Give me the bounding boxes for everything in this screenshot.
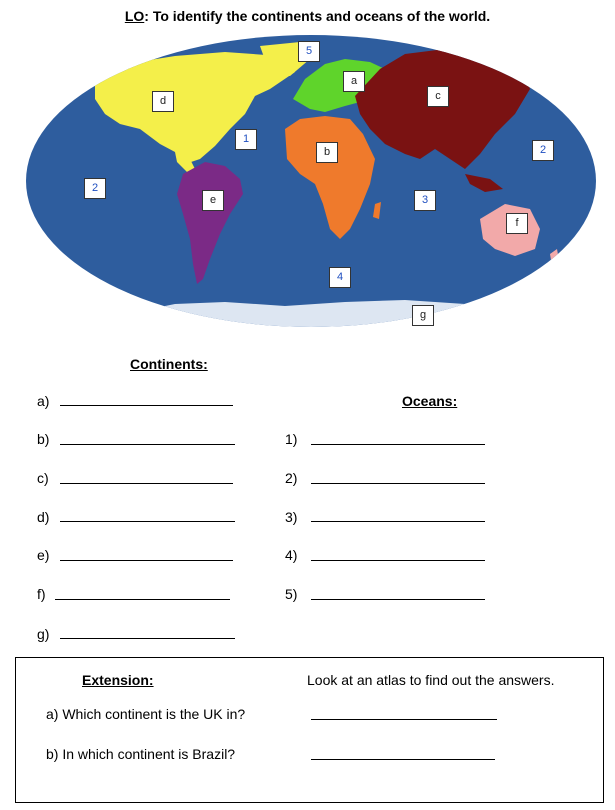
ocean-row-label-4: 4) <box>285 547 298 563</box>
oceans-heading: Oceans: <box>402 393 458 409</box>
continent-label-f: f <box>506 213 528 234</box>
extension-heading: Extension: <box>82 672 154 688</box>
ocean-label-1: 1 <box>235 129 257 150</box>
ocean-answer-line-5[interactable] <box>311 599 485 600</box>
continents-heading: Continents: <box>130 356 208 372</box>
continent-row-label-e: e) <box>37 547 50 563</box>
continent-label-c: c <box>427 86 449 107</box>
ocean-row-label-2: 2) <box>285 470 298 486</box>
antarctica-shape <box>125 300 565 327</box>
extension-instruction: Look at an atlas to find out the answers… <box>307 672 555 688</box>
continent-answer-line-g[interactable] <box>60 638 235 639</box>
ocean-row-label-3: 3) <box>285 509 298 525</box>
ocean-label-4: 4 <box>329 267 351 288</box>
continent-row-label-c: c) <box>37 470 49 486</box>
continent-label-g: g <box>412 305 434 326</box>
lo-text: : To identify the continents and oceans … <box>144 8 491 24</box>
continent-row-label-b: b) <box>37 431 50 447</box>
page-title: LO: To identify the continents and ocean… <box>0 8 615 24</box>
continent-label-d: d <box>152 91 174 112</box>
continent-answer-line-f[interactable] <box>55 599 230 600</box>
continent-label-a: a <box>343 71 365 92</box>
extension-question-1: a) Which continent is the UK in? <box>46 706 246 722</box>
continent-answer-line-a[interactable] <box>60 405 233 406</box>
ocean-label-5: 5 <box>298 41 320 62</box>
ocean-answer-line-3[interactable] <box>311 521 485 522</box>
ocean-answer-line-1[interactable] <box>311 444 485 445</box>
continent-row-label-g: g) <box>37 626 50 642</box>
continent-answer-line-c[interactable] <box>60 483 233 484</box>
continent-row-label-d: d) <box>37 509 50 525</box>
continent-answer-line-b[interactable] <box>60 444 235 445</box>
continent-answer-line-d[interactable] <box>60 521 235 522</box>
extension-answer-line-2[interactable] <box>311 759 495 760</box>
extension-question-2: b) In which continent is Brazil? <box>46 746 236 762</box>
continent-answer-line-e[interactable] <box>60 560 233 561</box>
ocean-row-label-5: 5) <box>285 586 298 602</box>
ocean-label-2-left: 2 <box>84 178 106 199</box>
ocean-label-2-right: 2 <box>532 140 554 161</box>
lo-label: LO <box>124 8 145 24</box>
continent-row-label-f: f) <box>37 586 46 602</box>
ocean-label-3: 3 <box>414 190 436 211</box>
ocean-answer-line-2[interactable] <box>311 483 485 484</box>
continent-label-e: e <box>202 190 224 211</box>
continent-label-b: b <box>316 142 338 163</box>
extension-answer-line-1[interactable] <box>311 719 497 720</box>
world-map <box>26 35 596 327</box>
continent-row-label-a: a) <box>37 393 50 409</box>
ocean-row-label-1: 1) <box>285 431 298 447</box>
ocean-answer-line-4[interactable] <box>311 560 485 561</box>
